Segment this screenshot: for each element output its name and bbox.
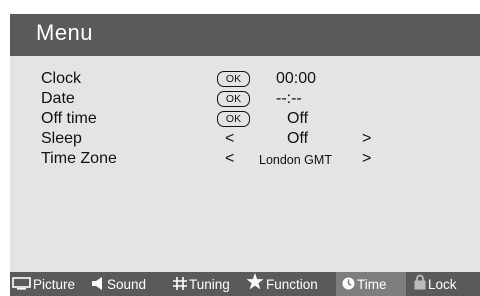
tab-lock-label: Lock — [428, 277, 457, 292]
star-icon — [246, 272, 264, 296]
menu-row-off-time[interactable]: Off time OK Off — [41, 110, 471, 128]
time-zone-label: Time Zone — [41, 150, 117, 167]
off-time-ok-button[interactable]: OK — [217, 111, 250, 127]
menu-row-time-zone[interactable]: Time Zone < London GMT > — [41, 150, 471, 168]
menu-header: Menu — [10, 14, 480, 56]
tab-tuning-label: Tuning — [189, 277, 230, 292]
lock-icon — [414, 273, 426, 296]
sleep-prev-arrow[interactable]: < — [225, 130, 234, 148]
menu-row-clock[interactable]: Clock OK 00:00 — [41, 70, 471, 88]
tv-icon — [12, 273, 31, 296]
date-ok-button[interactable]: OK — [217, 91, 250, 107]
time-zone-value: London GMT — [259, 153, 332, 167]
sleep-next-arrow[interactable]: > — [362, 130, 371, 148]
tab-picture[interactable]: Picture — [12, 272, 86, 296]
time-zone-prev-arrow[interactable]: < — [225, 150, 234, 168]
sleep-value: Off — [287, 130, 309, 147]
date-value: --:-- — [276, 90, 302, 107]
date-label: Date — [41, 90, 75, 107]
menu-panel: Menu Clock OK 00:00 Date OK --:-- Off ti… — [10, 14, 480, 296]
menu-row-sleep[interactable]: Sleep < Off > — [41, 130, 471, 148]
tab-sound[interactable]: Sound — [92, 272, 162, 296]
tab-picture-label: Picture — [33, 277, 76, 292]
tab-sound-label: Sound — [107, 277, 147, 292]
clock-icon — [342, 273, 355, 296]
grid-icon — [173, 273, 187, 296]
off-time-value: Off — [287, 110, 309, 127]
tab-time-label: Time — [357, 277, 387, 292]
tab-tuning[interactable]: Tuning — [173, 272, 243, 296]
clock-value: 00:00 — [276, 70, 317, 87]
tab-function[interactable]: Function — [246, 272, 334, 296]
off-time-label: Off time — [41, 110, 97, 127]
clock-label: Clock — [41, 70, 82, 87]
clock-ok-button[interactable]: OK — [217, 71, 250, 87]
menu-title: Menu — [36, 20, 94, 45]
speaker-icon — [92, 273, 105, 296]
tab-time[interactable]: Time — [336, 272, 406, 296]
tab-function-label: Function — [266, 277, 318, 292]
sleep-label: Sleep — [41, 130, 82, 147]
tab-lock[interactable]: Lock — [414, 272, 478, 296]
time-zone-next-arrow[interactable]: > — [362, 150, 371, 168]
tab-bar: Picture Sound Tuning Function Time Lock — [10, 272, 480, 296]
menu-row-date[interactable]: Date OK --:-- — [41, 90, 471, 108]
